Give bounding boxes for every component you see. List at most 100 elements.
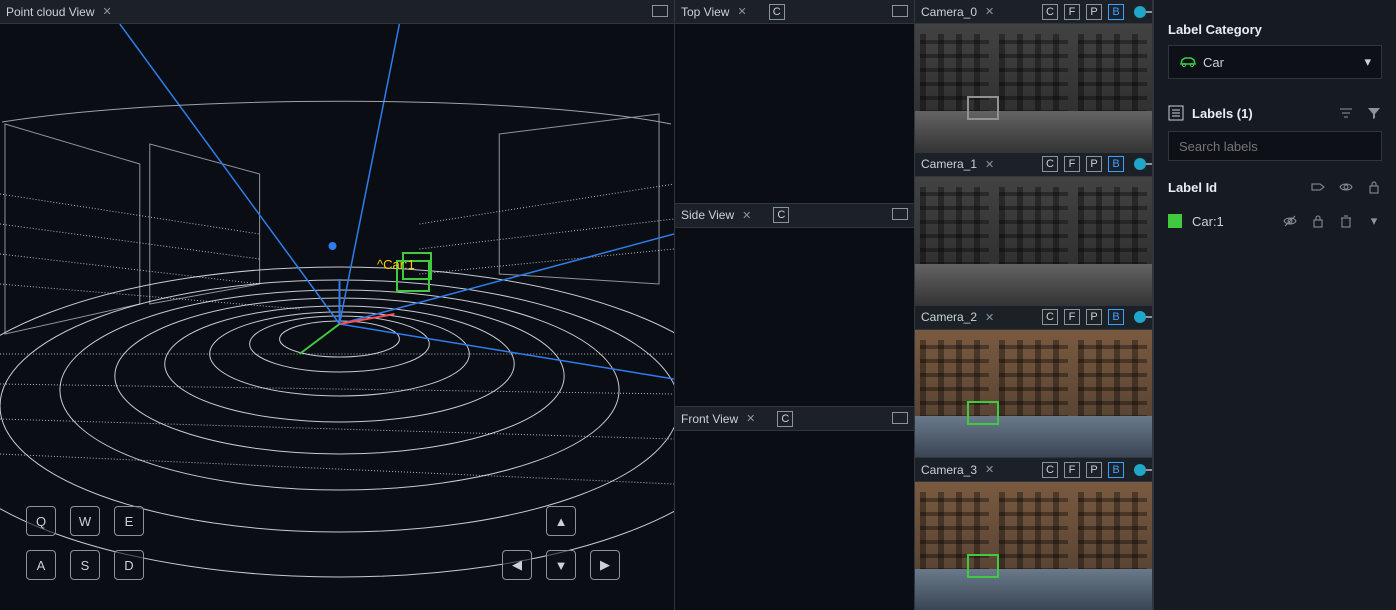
key-a[interactable]: A xyxy=(26,550,56,580)
eye-icon[interactable] xyxy=(1338,179,1354,195)
camera-title-1: Camera_1 xyxy=(921,157,977,171)
eye-off-icon[interactable] xyxy=(1282,213,1298,229)
lock-icon[interactable] xyxy=(1310,213,1326,229)
camera-2-badge-f[interactable]: F xyxy=(1064,309,1080,325)
camera-1-slider[interactable] xyxy=(1134,158,1146,170)
labels-search-input[interactable] xyxy=(1168,131,1382,161)
camera-2-bbox-car-1[interactable] xyxy=(967,401,999,425)
camera-tile-2[interactable]: Camera_2 ✕ CFPB xyxy=(915,306,1152,459)
label-category-title: Label Category xyxy=(1168,22,1382,37)
labels-title: Labels (1) xyxy=(1192,106,1253,121)
camera-title-2: Camera_2 xyxy=(921,310,977,324)
camera-0-badge-c[interactable]: C xyxy=(1042,4,1058,20)
camera-0-badge-f[interactable]: F xyxy=(1064,4,1080,20)
key-e[interactable]: E xyxy=(114,506,144,536)
right-sidebar: Label Category Car ▾ Labels (1) Label Id xyxy=(1153,0,1396,610)
camera-0-bbox-car-1[interactable] xyxy=(967,96,999,120)
arrow-up[interactable]: ▲ xyxy=(546,506,576,536)
front-view-badge-c[interactable]: C xyxy=(777,411,793,427)
pointcloud-header: Point cloud View ✕ xyxy=(0,0,674,24)
camera-0-slider[interactable] xyxy=(1134,6,1146,18)
front-view-title: Front View xyxy=(681,412,738,426)
camera-1-badge-p[interactable]: P xyxy=(1086,156,1102,172)
camera-3-slider[interactable] xyxy=(1134,464,1146,476)
camera-close-icon-0[interactable]: ✕ xyxy=(983,5,996,18)
pointcloud-panel: Point cloud View ✕ xyxy=(0,0,675,610)
arrow-left[interactable]: ◀ xyxy=(502,550,532,580)
pointcloud-close-icon[interactable]: ✕ xyxy=(101,5,114,18)
wasd-keys: Q W E A S D xyxy=(26,506,144,580)
side-view-badge-c[interactable]: C xyxy=(773,207,789,223)
camera-1-badge-f[interactable]: F xyxy=(1064,156,1080,172)
label-row-car-1[interactable]: Car:1 xyxy=(1168,213,1382,229)
arrow-down[interactable]: ▼ xyxy=(546,550,576,580)
camera-column: Camera_0✕CFPBCamera_1✕CFPBCamera_2✕CFPBC… xyxy=(915,0,1153,610)
key-q[interactable]: Q xyxy=(26,506,56,536)
side-view-header: Side View ✕ C xyxy=(675,204,914,228)
camera-header-0: Camera_0 ✕ CFPB xyxy=(915,0,1152,24)
pointcloud-title: Point cloud View xyxy=(6,5,95,19)
camera-1-badge-b[interactable]: B xyxy=(1108,156,1124,172)
camera-2-slider[interactable] xyxy=(1134,311,1146,323)
list-icon xyxy=(1168,105,1184,121)
camera-3-badge-p[interactable]: P xyxy=(1086,462,1102,478)
lock-icon[interactable] xyxy=(1366,179,1382,195)
label-category-dropdown[interactable]: Car ▾ xyxy=(1168,45,1382,79)
lidar-cuboid-label: ^Car:1 xyxy=(377,257,415,272)
front-view-header: Front View ✕ C xyxy=(675,407,914,431)
tag-icon[interactable] xyxy=(1310,179,1326,195)
camera-2-badge-p[interactable]: P xyxy=(1086,309,1102,325)
camera-tile-1[interactable]: Camera_1 ✕ CFPB xyxy=(915,153,1152,306)
car-icon xyxy=(1179,56,1195,68)
camera-title-3: Camera_3 xyxy=(921,463,977,477)
camera-tile-3[interactable]: Camera_3 ✕ CFPB xyxy=(915,458,1152,610)
trash-icon[interactable] xyxy=(1338,213,1354,229)
camera-3-bbox-car-1[interactable] xyxy=(967,554,999,578)
camera-2-badge-b[interactable]: B xyxy=(1108,309,1124,325)
pointcloud-maximize-icon[interactable] xyxy=(654,7,668,17)
camera-0-badge-p[interactable]: P xyxy=(1086,4,1102,20)
chevron-down-icon: ▾ xyxy=(1364,54,1371,70)
label-id-header-row: Label Id xyxy=(1168,179,1382,195)
label-id-header: Label Id xyxy=(1168,180,1217,195)
camera-header-2: Camera_2 ✕ CFPB xyxy=(915,306,1152,330)
camera-3-badge-b[interactable]: B xyxy=(1108,462,1124,478)
key-s[interactable]: S xyxy=(70,550,100,580)
side-view-close-icon[interactable]: ✕ xyxy=(740,209,753,222)
side-view-panel[interactable]: Side View ✕ C xyxy=(675,204,914,408)
side-view-title: Side View xyxy=(681,208,734,222)
top-view-badge-c[interactable]: C xyxy=(769,4,785,20)
camera-image-1 xyxy=(915,177,1152,305)
label-color-swatch xyxy=(1168,214,1182,228)
camera-1-badge-c[interactable]: C xyxy=(1042,156,1058,172)
camera-close-icon-1[interactable]: ✕ xyxy=(983,158,996,171)
camera-tile-0[interactable]: Camera_0 ✕ CFPB xyxy=(915,0,1152,153)
top-view-maximize-icon[interactable] xyxy=(894,7,908,17)
filter-icon[interactable] xyxy=(1366,105,1382,121)
labels-header: Labels (1) xyxy=(1168,105,1382,121)
key-w[interactable]: W xyxy=(70,506,100,536)
camera-image-3 xyxy=(915,482,1152,610)
label-category-value: Car xyxy=(1203,55,1224,70)
camera-3-badge-f[interactable]: F xyxy=(1064,462,1080,478)
top-view-close-icon[interactable]: ✕ xyxy=(735,5,748,18)
expand-icon[interactable] xyxy=(1366,213,1382,229)
camera-0-badge-b[interactable]: B xyxy=(1108,4,1124,20)
top-view-panel[interactable]: Top View ✕ C xyxy=(675,0,914,204)
camera-2-badge-c[interactable]: C xyxy=(1042,309,1058,325)
key-d[interactable]: D xyxy=(114,550,144,580)
camera-3-badge-c[interactable]: C xyxy=(1042,462,1058,478)
sort-icon[interactable] xyxy=(1338,105,1354,121)
camera-close-icon-3[interactable]: ✕ xyxy=(983,463,996,476)
ortho-column: Top View ✕ C Side View ✕ C Front View ✕ … xyxy=(675,0,915,610)
camera-title-0: Camera_0 xyxy=(921,5,977,19)
front-view-close-icon[interactable]: ✕ xyxy=(744,412,757,425)
front-view-maximize-icon[interactable] xyxy=(894,414,908,424)
label-name: Car:1 xyxy=(1192,214,1224,229)
camera-image-2 xyxy=(915,330,1152,458)
top-view-title: Top View xyxy=(681,5,729,19)
side-view-maximize-icon[interactable] xyxy=(894,210,908,220)
arrow-right[interactable]: ▶ xyxy=(590,550,620,580)
camera-close-icon-2[interactable]: ✕ xyxy=(983,311,996,324)
front-view-panel[interactable]: Front View ✕ C xyxy=(675,407,914,610)
